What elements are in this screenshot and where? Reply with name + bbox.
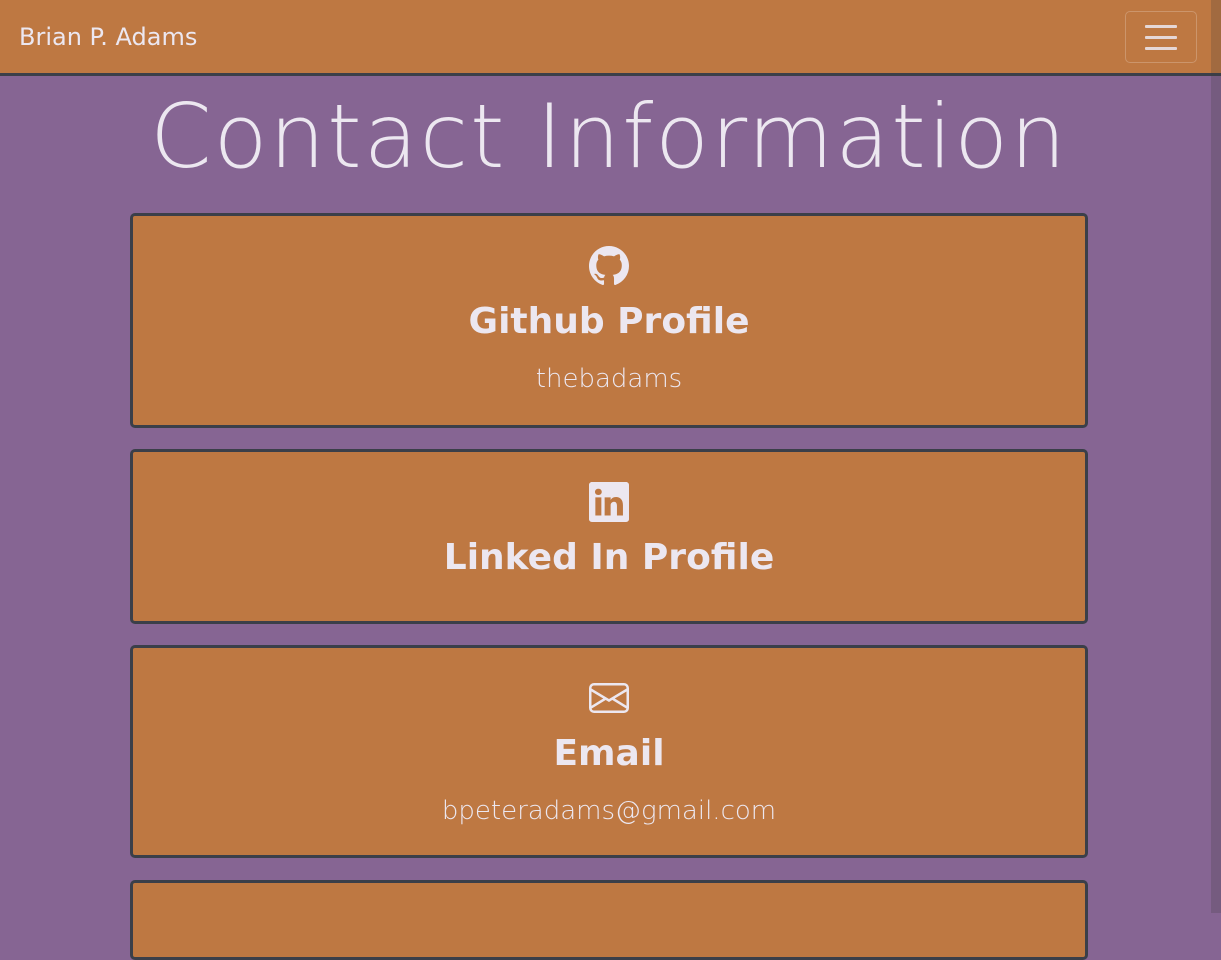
navbar: Brian P. Adams <box>0 0 1221 76</box>
github-username: thebadams <box>535 364 683 394</box>
hamburger-menu-icon <box>1145 25 1177 28</box>
page-title: Contact Information <box>150 85 1068 188</box>
github-icon <box>133 246 1085 286</box>
email-address[interactable]: bpeteradams@gmail.com <box>133 794 1085 828</box>
email-card[interactable]: Email bpeteradams@gmail.com <box>130 645 1088 858</box>
hamburger-menu-icon-bar <box>1145 36 1177 39</box>
linkedin-icon <box>133 482 1085 522</box>
linkedin-card[interactable]: Linked In Profile <box>130 449 1088 624</box>
hamburger-menu-icon-bar <box>1145 47 1177 50</box>
github-card[interactable]: Github Profile thebadams <box>130 213 1088 428</box>
card-title: Email <box>553 733 665 774</box>
next-card[interactable] <box>130 880 1088 960</box>
envelope-icon <box>133 678 1085 718</box>
navbar-toggler-button[interactable] <box>1125 11 1197 63</box>
navbar-brand[interactable]: Brian P. Adams <box>19 20 197 54</box>
card-title: Linked In Profile <box>443 537 775 578</box>
card-title: Github Profile <box>468 301 750 342</box>
